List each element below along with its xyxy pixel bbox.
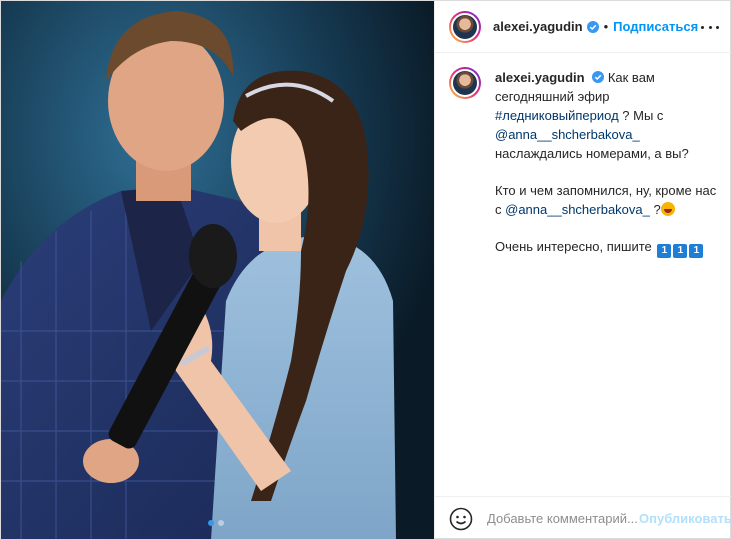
grinning-face-emoji-icon: [660, 202, 675, 216]
follow-button[interactable]: Подписаться: [613, 19, 698, 34]
more-dot: [708, 25, 712, 29]
caption-username[interactable]: alexei.yagudin: [495, 70, 585, 85]
carousel-dot-active: [208, 520, 214, 526]
photo-illustration: [1, 1, 434, 539]
more-options-icon[interactable]: [701, 19, 719, 35]
post-header: alexei.yagudin • Подписаться: [435, 1, 731, 53]
keycap-one-emoji-icon: 1: [657, 244, 672, 258]
separator-dot: •: [603, 19, 609, 34]
carousel-dot: [218, 520, 224, 526]
hashtag-link[interactable]: #ледниковыйпериод: [495, 108, 619, 123]
mention-link[interactable]: @anna__shcherbakova_: [495, 127, 640, 142]
verified-badge-icon: [586, 20, 599, 33]
post-side-panel: alexei.yagudin • Подписаться alexei.yagu…: [434, 1, 731, 539]
more-dot: [701, 25, 704, 29]
caption-text: ?: [649, 202, 661, 217]
verified-badge-icon: [592, 71, 605, 83]
caption-text: Очень интересно, пишите: [495, 239, 656, 254]
caption-paragraph-3: Очень интересно, пишите 111: [495, 237, 721, 258]
caption-author-avatar[interactable]: [449, 67, 481, 99]
caption-paragraph-1: alexei.yagudin Как вам сегодняшний эфир …: [495, 68, 721, 163]
carousel-indicator: [208, 520, 224, 526]
caption-text: наслаждались номерами, а вы?: [495, 146, 689, 161]
caption-text: ? Мы с: [618, 108, 664, 123]
instagram-post: alexei.yagudin • Подписаться alexei.yagu…: [0, 0, 731, 539]
more-dot: [716, 25, 719, 29]
post-photo[interactable]: [1, 1, 434, 539]
publish-button[interactable]: Опубликовать: [639, 511, 731, 526]
author-avatar[interactable]: [449, 10, 481, 43]
keycap-one-emoji-icon: 1: [673, 244, 688, 258]
emoji-smile-icon[interactable]: [449, 507, 473, 531]
mention-link[interactable]: @anna__shcherbakova_: [505, 202, 650, 217]
comment-bar: Опубликовать: [435, 496, 731, 539]
avatar-image: [451, 12, 479, 41]
keycap-one-emoji-icon: 1: [689, 244, 704, 258]
post-caption: alexei.yagudin Как вам сегодняшний эфир …: [449, 67, 725, 258]
avatar-image: [451, 69, 479, 97]
caption-body: alexei.yagudin Как вам сегодняшний эфир …: [495, 68, 721, 258]
caption-paragraph-2: Кто и чем запомнился, ну, кроме нас с @a…: [495, 181, 721, 219]
author-username[interactable]: alexei.yagudin: [493, 19, 583, 34]
caption-row: alexei.yagudin Как вам сегодняшний эфир …: [449, 67, 725, 258]
comment-input[interactable]: [487, 511, 639, 526]
